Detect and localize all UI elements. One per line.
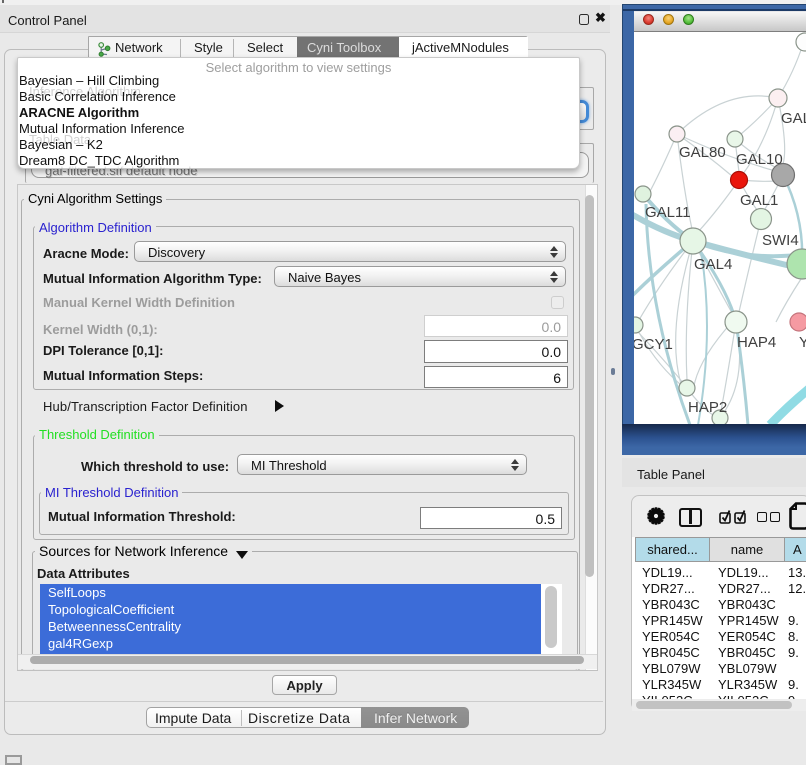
svg-text:GAL4: GAL4 [694, 256, 732, 273]
svg-text:GAL10: GAL10 [736, 151, 783, 168]
svg-text:Y: Y [799, 334, 806, 351]
svg-text:GCY1: GCY1 [634, 336, 673, 353]
svg-text:HAP2: HAP2 [688, 399, 727, 416]
svg-text:GAL80: GAL80 [679, 144, 726, 161]
svg-text:SWI4: SWI4 [762, 232, 799, 249]
svg-text:GAL7: GAL7 [781, 110, 806, 127]
svg-text:GAL11: GAL11 [645, 204, 691, 221]
svg-text:GAL1: GAL1 [740, 192, 778, 209]
svg-text:HAP4: HAP4 [737, 334, 776, 351]
